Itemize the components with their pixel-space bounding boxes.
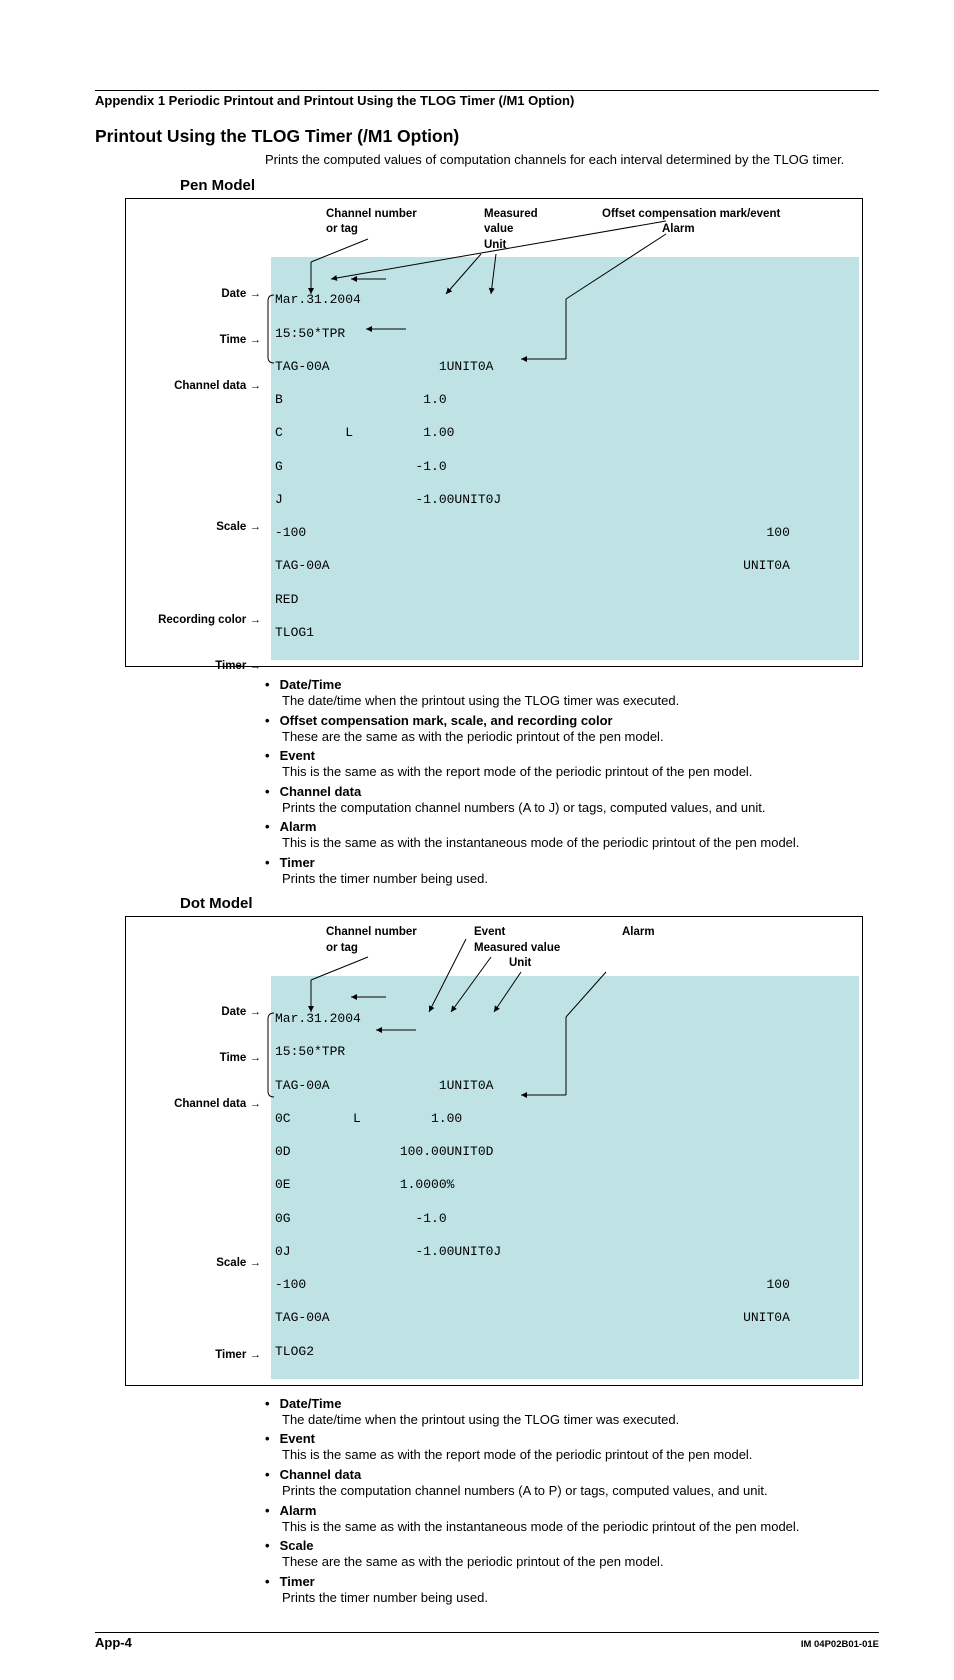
mono-l1: Mar.31.2004 bbox=[275, 1011, 361, 1026]
mono-l4: B 1.0 bbox=[275, 392, 447, 407]
note-term: Date/Time bbox=[265, 1396, 341, 1411]
lbl-timer: Timer → bbox=[131, 659, 261, 676]
pen-diagram: Channel number or tag Measured value Uni… bbox=[125, 198, 863, 668]
pen-mono-block: Date → Time → Channel data → Scale → Rec… bbox=[271, 257, 859, 660]
note-term: Channel data bbox=[265, 1467, 361, 1482]
note-def: The date/time when the printout using th… bbox=[282, 1411, 879, 1429]
note-term: Event bbox=[265, 748, 315, 763]
lbl-scale: Scale → bbox=[131, 520, 261, 537]
note-term: Date/Time bbox=[265, 677, 341, 692]
mono-l7: 0G -1.0 bbox=[275, 1211, 447, 1226]
lbl-unit: Unit bbox=[484, 238, 564, 254]
note-term: Timer bbox=[265, 1574, 315, 1589]
lbl-channel-data: Channel data → bbox=[131, 1097, 261, 1114]
page-number: App-4 bbox=[95, 1635, 132, 1650]
note-def: This is the same as with the report mode… bbox=[282, 1446, 879, 1464]
note-term: Scale bbox=[265, 1538, 314, 1553]
lbl-channel-number: Channel number bbox=[326, 925, 456, 941]
mono-l10: RED bbox=[275, 592, 298, 607]
note-def: This is the same as with the instantaneo… bbox=[282, 1518, 879, 1536]
lbl-channel-data: Channel data → bbox=[131, 379, 261, 396]
lbl-scale: Scale → bbox=[131, 1256, 261, 1273]
lbl-time: Time → bbox=[131, 333, 261, 350]
lbl-event: Event bbox=[474, 925, 604, 941]
dot-mono-block: Date → Time → Channel data → Scale → Tim… bbox=[271, 976, 859, 1379]
mono-l11: TLOG2 bbox=[275, 1344, 314, 1359]
note-term: Alarm bbox=[265, 819, 316, 834]
mono-l3: TAG-00A 1UNIT0A bbox=[275, 359, 493, 374]
lbl-value: value bbox=[484, 222, 564, 238]
mono-l10: TAG-00A UNIT0A bbox=[275, 1310, 790, 1325]
lbl-alarm: Alarm bbox=[622, 925, 702, 941]
lbl-or-tag: or tag bbox=[326, 222, 466, 238]
dot-diagram: Channel number or tag Event Measured val… bbox=[125, 916, 863, 1386]
note-term: Alarm bbox=[265, 1503, 316, 1518]
pen-heading: Pen Model bbox=[180, 177, 879, 194]
mono-l1: Mar.31.2004 bbox=[275, 292, 361, 307]
lbl-alarm: Alarm bbox=[662, 222, 832, 238]
note-def: Prints the timer number being used. bbox=[282, 1589, 879, 1607]
dot-notes: Date/TimeThe date/time when the printout… bbox=[265, 1396, 879, 1606]
header-rule bbox=[95, 90, 879, 91]
section-intro: Prints the computed values of computatio… bbox=[265, 151, 879, 169]
mono-l6: G -1.0 bbox=[275, 459, 447, 474]
note-term: Timer bbox=[265, 855, 315, 870]
mono-l4: 0C L 1.00 bbox=[275, 1111, 462, 1126]
note-def: This is the same as with the instantaneo… bbox=[282, 834, 879, 852]
lbl-measured-value: Measured value bbox=[474, 941, 604, 957]
lbl-timer: Timer → bbox=[131, 1348, 261, 1365]
note-term: Event bbox=[265, 1431, 315, 1446]
note-def: These are the same as with the periodic … bbox=[282, 1553, 879, 1571]
lbl-offset-comp: Offset compensation mark/event bbox=[602, 207, 832, 223]
section-title: Printout Using the TLOG Timer (/M1 Optio… bbox=[95, 126, 879, 147]
mono-l2: 15:50*TPR bbox=[275, 326, 345, 341]
note-term: Channel data bbox=[265, 784, 361, 799]
mono-l9: TAG-00A UNIT0A bbox=[275, 558, 790, 573]
mono-l8: -100 100 bbox=[275, 525, 790, 540]
dot-heading: Dot Model bbox=[180, 895, 879, 912]
mono-l7: J -1.00UNIT0J bbox=[275, 492, 501, 507]
mono-l9: -100 100 bbox=[275, 1277, 790, 1292]
lbl-recording-color: Recording color → bbox=[131, 613, 261, 630]
lbl-or-tag: or tag bbox=[326, 941, 456, 957]
note-def: Prints the computation channel numbers (… bbox=[282, 799, 879, 817]
pen-notes: Date/TimeThe date/time when the printout… bbox=[265, 677, 879, 887]
note-def: This is the same as with the report mode… bbox=[282, 763, 879, 781]
lbl-measured: Measured bbox=[484, 207, 564, 223]
lbl-unit: Unit bbox=[509, 956, 604, 972]
mono-l2: 15:50*TPR bbox=[275, 1044, 345, 1059]
header-appendix-title: Appendix 1 Periodic Printout and Printou… bbox=[95, 93, 879, 108]
mono-l3: TAG-00A 1UNIT0A bbox=[275, 1078, 493, 1093]
note-term: Offset compensation mark, scale, and rec… bbox=[265, 713, 613, 728]
mono-l5: C L 1.00 bbox=[275, 425, 454, 440]
note-def: Prints the timer number being used. bbox=[282, 870, 879, 888]
mono-l11: TLOG1 bbox=[275, 625, 314, 640]
note-def: Prints the computation channel numbers (… bbox=[282, 1482, 879, 1500]
note-def: The date/time when the printout using th… bbox=[282, 692, 879, 710]
mono-l6: 0E 1.0000% bbox=[275, 1177, 454, 1192]
lbl-date: Date → bbox=[131, 287, 261, 304]
mono-l8: 0J -1.00UNIT0J bbox=[275, 1244, 501, 1259]
footer: App-4 IM 04P02B01-01E bbox=[95, 1632, 879, 1650]
lbl-date: Date → bbox=[131, 1005, 261, 1022]
note-def: These are the same as with the periodic … bbox=[282, 728, 879, 746]
mono-l5: 0D 100.00UNIT0D bbox=[275, 1144, 493, 1159]
lbl-time: Time → bbox=[131, 1051, 261, 1068]
doc-number: IM 04P02B01-01E bbox=[801, 1639, 879, 1650]
lbl-channel-number: Channel number bbox=[326, 207, 466, 223]
